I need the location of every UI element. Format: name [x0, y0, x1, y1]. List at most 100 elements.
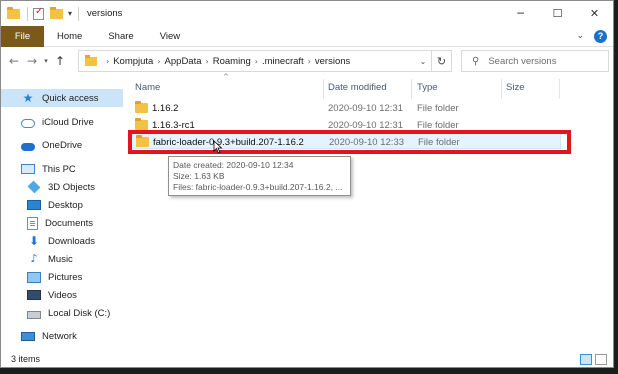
sidebar-item-label: Pictures — [48, 271, 83, 283]
sidebar-item-label: iCloud Drive — [42, 116, 94, 128]
large-icons-view-icon[interactable] — [595, 353, 607, 365]
folder-icon — [85, 54, 97, 66]
navigation-bar: ← → ▾ ↑ › Kompjuta › AppData › Roaming ›… — [1, 47, 613, 75]
folder-icon — [135, 101, 148, 113]
sidebar-item-network[interactable]: Network — [1, 327, 123, 345]
up-button[interactable]: ↑ — [51, 51, 69, 71]
sidebar-item-this-pc[interactable]: This PC — [1, 160, 123, 178]
tab-home[interactable]: Home — [44, 26, 95, 47]
video-icon — [27, 290, 41, 300]
file-date: 2020-09-10 12:31 — [328, 103, 404, 114]
file-tooltip: Date created: 2020-09-10 12:34 Size: 1.6… — [168, 156, 351, 196]
chevron-down-icon[interactable]: ▾ — [68, 9, 72, 18]
breadcrumb-appdata[interactable]: AppData — [165, 56, 202, 67]
file-type: File folder — [417, 103, 459, 114]
item-count: 3 items — [11, 354, 41, 364]
music-icon: ♪ — [30, 252, 38, 265]
column-header-type[interactable]: Type — [417, 82, 438, 93]
disk-icon — [27, 311, 41, 319]
chevron-right-icon[interactable]: › — [106, 57, 109, 66]
sidebar-item-local-disk[interactable]: Local Disk (C:) — [1, 304, 123, 322]
sidebar-item-documents[interactable]: Documents — [1, 214, 123, 232]
search-icon: ⚲ — [472, 55, 480, 67]
computer-icon — [21, 164, 35, 174]
picture-icon — [27, 271, 41, 283]
file-list: ^ Name Date modified Type Size 1.16.2 20… — [127, 73, 613, 349]
address-dropdown-icon[interactable]: ⌄ — [415, 57, 431, 66]
sidebar-item-label: Desktop — [48, 199, 83, 211]
sidebar-item-label: Documents — [45, 217, 94, 229]
expand-ribbon-icon[interactable]: ⌄ — [576, 31, 584, 41]
tab-view[interactable]: View — [147, 26, 193, 47]
onedrive-icon — [21, 143, 35, 151]
refresh-icon[interactable]: ↻ — [431, 51, 451, 71]
sidebar-item-label: This PC — [42, 163, 76, 175]
sidebar-item-label: Music — [48, 253, 73, 265]
sidebar-item-label: Videos — [48, 289, 77, 301]
search-input[interactable]: ⚲ Search versions — [461, 50, 609, 72]
sidebar-item-desktop[interactable]: Desktop — [1, 196, 123, 214]
status-bar: 3 items — [1, 351, 613, 367]
highlight-annotation — [128, 130, 571, 154]
sidebar-item-label: OneDrive — [42, 139, 83, 151]
chevron-right-icon[interactable]: › — [308, 57, 311, 66]
cloud-icon — [21, 118, 35, 128]
table-row[interactable]: 1.16.2 2020-09-10 12:31 File folder — [131, 100, 561, 116]
minimize-button[interactable]: ─ — [502, 1, 539, 26]
navigation-pane: ★ Quick access iCloud Drive OneDrive Thi… — [1, 85, 125, 347]
sidebar-item-pictures[interactable]: Pictures — [1, 268, 123, 286]
details-view-icon[interactable] — [580, 353, 592, 365]
tooltip-size: Size: 1.63 KB — [173, 171, 225, 181]
sidebar-item-music[interactable]: ♪ Music — [1, 250, 123, 268]
sidebar-item-icloud-drive[interactable]: iCloud Drive — [1, 113, 123, 131]
chevron-right-icon[interactable]: › — [255, 57, 258, 66]
sidebar-item-label: 3D Objects — [48, 181, 95, 193]
folder-icon — [135, 118, 148, 130]
ribbon-tabs: File Home Share View ⌄ ? — [1, 25, 613, 47]
network-icon — [21, 331, 35, 341]
desktop-icon — [27, 200, 41, 210]
sidebar-item-label: Quick access — [42, 92, 99, 104]
window-title: versions — [87, 8, 123, 19]
help-icon[interactable]: ? — [594, 29, 607, 43]
sidebar-item-onedrive[interactable]: OneDrive — [1, 136, 123, 154]
sidebar-item-label: Network — [42, 330, 77, 342]
recent-locations-button[interactable]: ▾ — [41, 57, 51, 65]
file-name: 1.16.2 — [152, 103, 179, 114]
breadcrumb-kompjuta[interactable]: Kompjuta — [113, 56, 153, 67]
tab-share[interactable]: Share — [95, 26, 146, 47]
tab-file[interactable]: File — [1, 25, 44, 47]
tooltip-files: Files: fabric-loader-0.9.3+build.207-1.1… — [173, 182, 343, 192]
sidebar-item-label: Local Disk (C:) — [48, 307, 111, 319]
tooltip-date-created: Date created: 2020-09-10 12:34 — [173, 160, 294, 170]
search-placeholder: Search versions — [488, 55, 557, 67]
breadcrumb-roaming[interactable]: Roaming — [213, 56, 251, 67]
sidebar-item-3d-objects[interactable]: 3D Objects — [1, 178, 123, 196]
column-header-name[interactable]: Name — [135, 82, 160, 93]
download-icon: ⬇ — [28, 234, 40, 248]
breadcrumb-versions[interactable]: versions — [315, 56, 350, 67]
back-button[interactable]: ← — [5, 51, 23, 71]
forward-button[interactable]: → — [23, 51, 41, 71]
title-bar: ▾ versions ─ ☐ ✕ — [1, 1, 613, 26]
sidebar-item-quick-access[interactable]: ★ Quick access — [1, 89, 123, 107]
column-header-size[interactable]: Size — [506, 82, 524, 93]
star-icon: ★ — [22, 91, 34, 105]
close-button[interactable]: ✕ — [576, 1, 613, 26]
sidebar-item-videos[interactable]: Videos — [1, 286, 123, 304]
cube-icon — [27, 180, 41, 194]
address-bar[interactable]: › Kompjuta › AppData › Roaming › .minecr… — [78, 50, 452, 72]
chevron-right-icon[interactable]: › — [206, 57, 209, 66]
maximize-button[interactable]: ☐ — [539, 1, 576, 26]
sidebar-item-label: Downloads — [48, 235, 95, 247]
new-folder-icon[interactable] — [50, 6, 63, 19]
file-explorer-window: ▾ versions ─ ☐ ✕ File Home Share View ⌄ … — [0, 0, 614, 368]
folder-icon — [7, 6, 20, 19]
sidebar-item-downloads[interactable]: ⬇ Downloads — [1, 232, 123, 250]
quick-access-toolbar: ▾ — [1, 1, 78, 26]
chevron-right-icon[interactable]: › — [157, 57, 160, 66]
breadcrumb-minecraft[interactable]: .minecraft — [262, 56, 304, 67]
column-header-date-modified[interactable]: Date modified — [328, 82, 387, 93]
properties-icon[interactable] — [33, 6, 44, 20]
sort-ascending-icon: ^ — [223, 73, 229, 81]
